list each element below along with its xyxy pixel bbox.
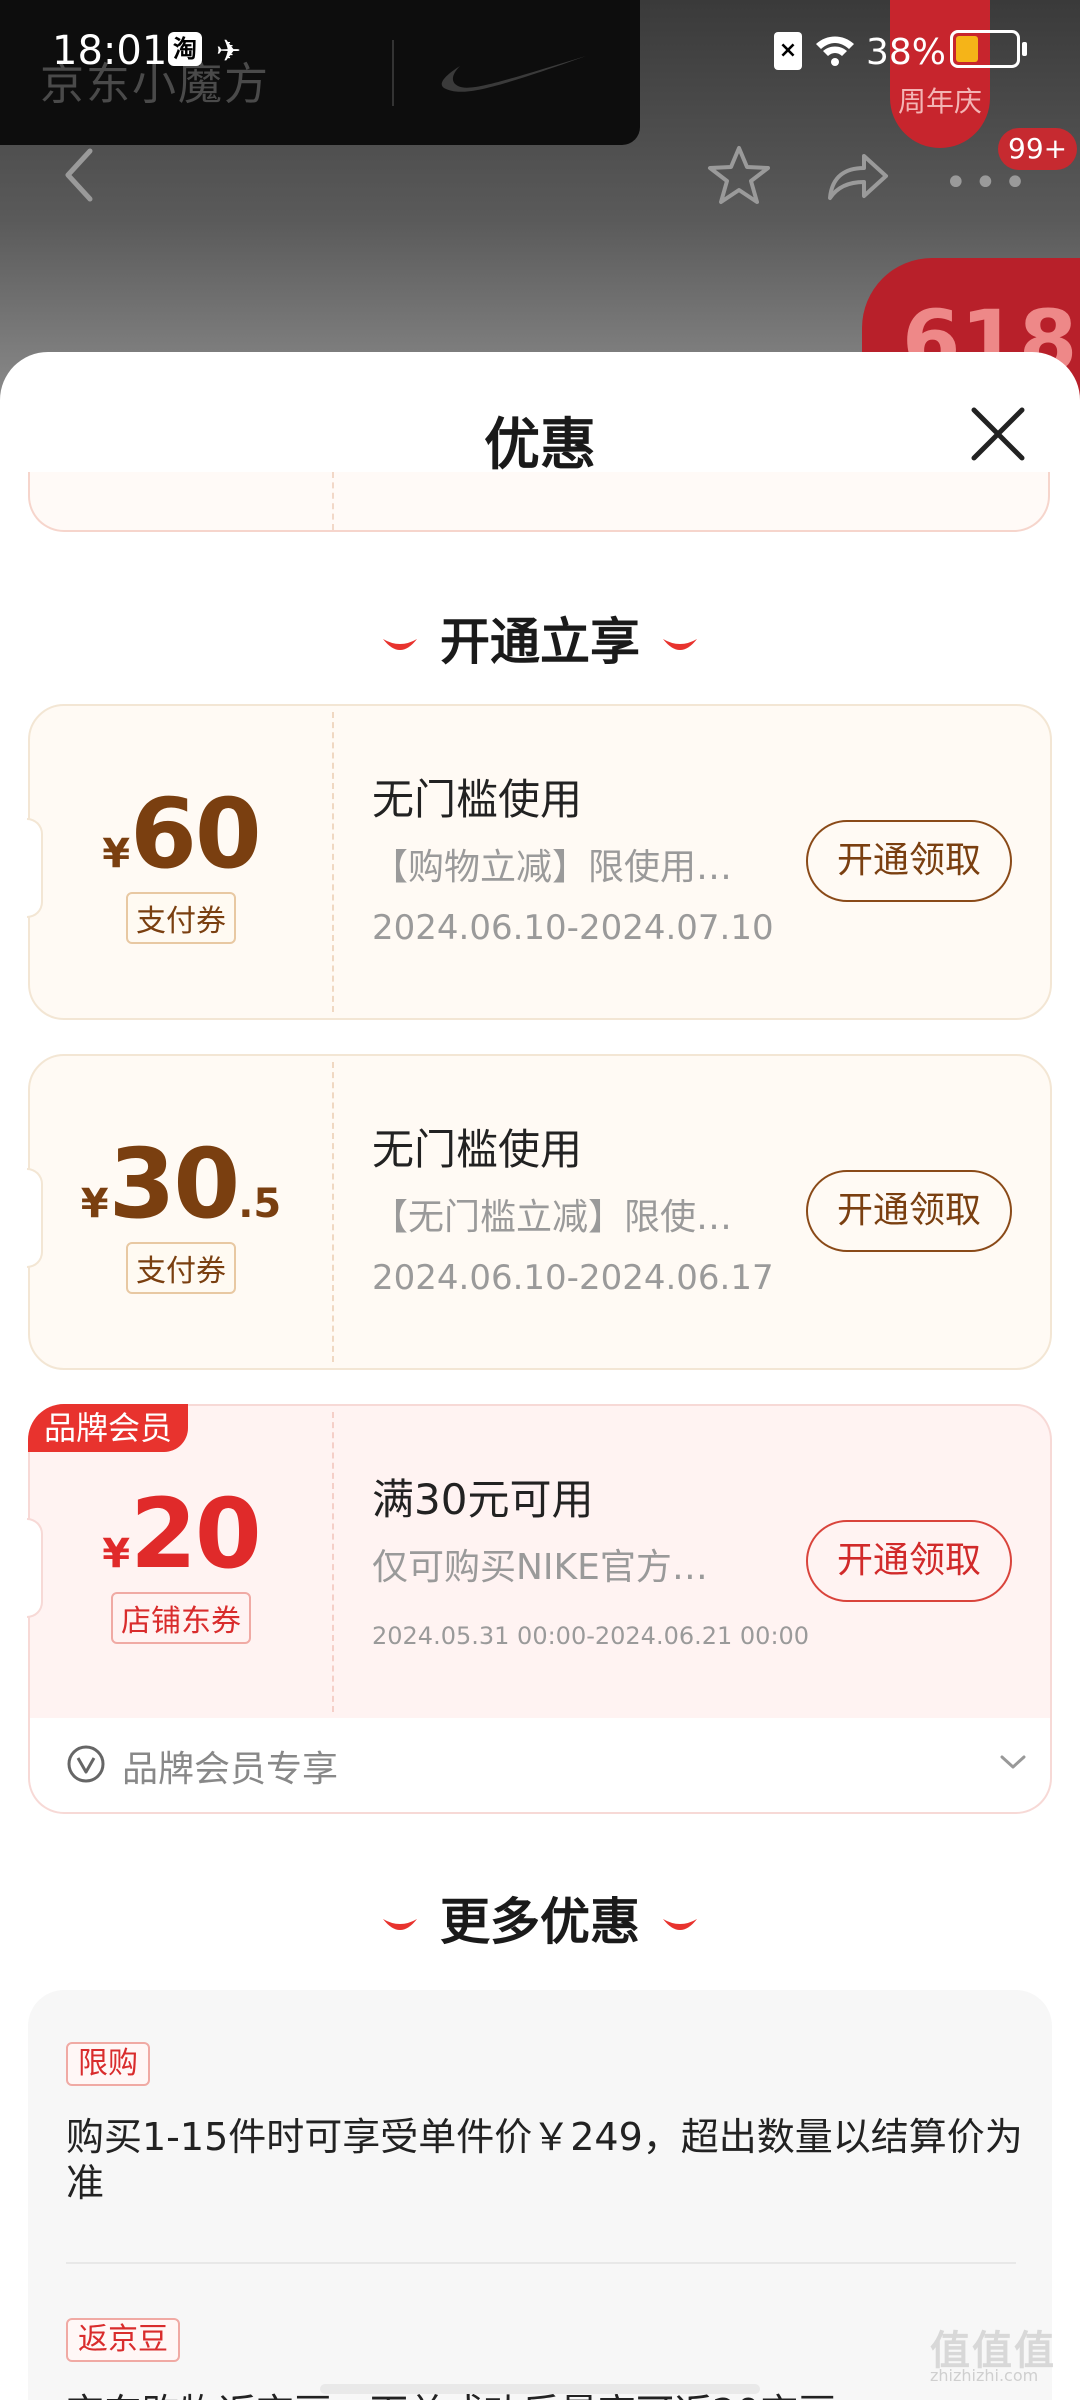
battery-cap — [1022, 42, 1027, 56]
offer-tag: 返京豆 — [66, 2318, 180, 2362]
section-title: 开通立享 — [440, 613, 640, 671]
coupon-type-badge: 支付券 — [126, 892, 236, 944]
app-notification-icon: ✈ — [216, 34, 242, 69]
taobao-notification-icon: 淘 — [168, 32, 202, 66]
sim-off-icon: × — [774, 32, 802, 70]
offer-divider — [66, 2262, 1016, 2264]
previous-coupon-card-edge — [28, 472, 1050, 532]
coupon-description: 仅可购买NIKE官方… — [372, 1547, 708, 1588]
status-time: 18:01 — [52, 28, 168, 74]
chevron-down-icon[interactable] — [998, 1752, 1028, 1772]
coupon-description: 【无门槛立减】限使… — [372, 1197, 733, 1238]
offer-tag: 限购 — [66, 2042, 150, 2086]
coupon-description: 【购物立减】限使用… — [372, 847, 733, 888]
section-title: 更多优惠 — [440, 1893, 640, 1951]
brand-member-exclusive-toggle[interactable]: 品牌会员专享 — [28, 1718, 1052, 1814]
smile-accent-icon — [383, 638, 417, 650]
open-and-claim-button[interactable]: 开通领取 — [806, 1520, 1012, 1602]
close-icon[interactable] — [966, 402, 1030, 466]
open-and-claim-button[interactable]: 开通领取 — [806, 1170, 1012, 1252]
coupon-title: 无门槛使用 — [372, 775, 583, 824]
smile-accent-icon — [383, 1918, 417, 1930]
home-indicator[interactable] — [320, 2384, 760, 2394]
coupon-amount: ¥60 — [102, 778, 261, 890]
vip-icon — [67, 1745, 105, 1783]
wifi-icon — [816, 36, 854, 66]
coupon-card: ¥30.5 支付券 无门槛使用 【无门槛立减】限使… 2024.06.10-20… — [27, 1054, 1052, 1370]
status-bar: 18:01 淘 ✈ × 38% — [0, 0, 1080, 100]
coupon-card: ¥60 支付券 无门槛使用 【购物立减】限使用… 2024.06.10-2024… — [27, 704, 1052, 1020]
member-bar-label: 品牌会员专享 — [122, 1749, 339, 1790]
section-header-more: 更多优惠 — [0, 1882, 1080, 1954]
coupon-validity: 2024.05.31 00:00-2024.06.21 00:00 — [372, 1622, 810, 1650]
battery-level-fill — [956, 36, 978, 62]
coupon-type-badge: 支付券 — [126, 1242, 236, 1294]
coupon-type-badge: 店铺东券 — [111, 1592, 251, 1644]
battery-icon — [950, 30, 1020, 68]
offers-sheet: 优惠 开通立享 ¥60 支付券 无门槛使用 【购物立减】限使用… 2024.06… — [0, 352, 1080, 2400]
favorite-star-icon[interactable] — [706, 143, 772, 209]
coupon-title: 无门槛使用 — [372, 1125, 583, 1174]
more-offers-box: 限购 购买1-15件时可享受单件价￥249，超出数量以结算价为准 返京豆 京东购… — [28, 1990, 1052, 2400]
back-icon[interactable] — [60, 145, 100, 205]
watermark-url: zhizhizhi.com — [930, 2366, 1039, 2385]
coupon-amount: ¥20 — [102, 1478, 261, 1590]
more-count-badge: 99+ — [998, 128, 1078, 170]
coupon-amount: ¥30.5 — [80, 1128, 282, 1240]
share-icon[interactable] — [824, 148, 890, 204]
smile-accent-icon — [663, 638, 697, 650]
section-header-open: 开通立享 — [0, 602, 1080, 674]
coupon-validity: 2024.06.10-2024.06.17 — [372, 1258, 774, 1298]
smile-accent-icon — [663, 1918, 697, 1930]
open-and-claim-button[interactable]: 开通领取 — [806, 820, 1012, 902]
battery-percent: 38% — [866, 32, 947, 73]
sheet-title: 优惠 — [484, 413, 596, 478]
member-coupon-card: 品牌会员 ¥20 店铺东券 满30元可用 仅可购买NIKE官方… 2024.05… — [27, 1404, 1052, 1720]
coupon-validity: 2024.06.10-2024.07.10 — [372, 908, 774, 948]
brand-member-tag: 品牌会员 — [28, 1404, 189, 1452]
offer-text: 购买1-15件时可享受单件价￥249，超出数量以结算价为准 — [66, 2115, 1023, 2205]
coupon-title: 满30元可用 — [372, 1475, 594, 1524]
